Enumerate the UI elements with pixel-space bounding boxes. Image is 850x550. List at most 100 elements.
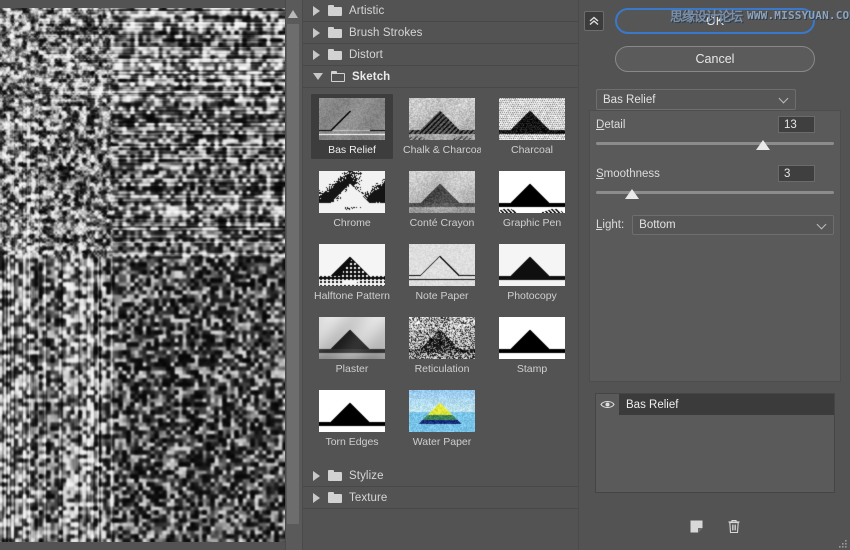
trash-icon[interactable] (725, 517, 743, 535)
filter-thumb-chalk-charcoal[interactable]: Chalk & Charcoal (401, 94, 483, 159)
filter-thumb-image (319, 390, 385, 432)
category-label: Artistic (349, 5, 384, 17)
filter-thumb-label: Halftone Pattern (313, 290, 391, 302)
detail-row: Detail 13 (589, 116, 841, 136)
filter-thumb-chrome[interactable]: Chrome (311, 167, 393, 232)
smoothness-slider-thumb[interactable] (625, 189, 639, 199)
light-dropdown[interactable]: Bottom (632, 215, 834, 235)
chevron-right-icon (313, 471, 320, 481)
filter-thumb-image (409, 98, 475, 140)
folder-icon (328, 5, 342, 16)
filter-thumb-image (499, 244, 565, 286)
double-chevron-up-icon[interactable] (584, 11, 604, 31)
smoothness-row: Smoothness 3 (589, 165, 841, 185)
smoothness-value-field[interactable]: 3 (778, 165, 815, 182)
folder-icon (328, 470, 342, 481)
filter-thumb-graphic-pen[interactable]: Graphic Pen (491, 167, 573, 232)
detail-slider-thumb[interactable] (756, 140, 770, 150)
effect-layer-row[interactable]: Bas Relief (596, 394, 834, 415)
filter-thumb-image (319, 171, 385, 213)
filter-thumb-image (319, 317, 385, 359)
filter-thumb-image (409, 317, 475, 359)
filter-thumbnail-grid: Bas Relief Chalk & Charcoal Charcoal Chrome… (303, 88, 579, 465)
filter-thumb-bas-relief[interactable]: Bas Relief (311, 94, 393, 159)
filter-thumb-label: Charcoal (493, 144, 571, 156)
filter-thumb-image (499, 98, 565, 140)
filter-thumb-label: Note Paper (403, 290, 481, 302)
filter-thumb-label: Conté Crayon (403, 217, 481, 229)
category-row-brush-strokes[interactable]: Brush Strokes (303, 22, 579, 44)
chevron-down-icon (780, 95, 789, 104)
preview-area[interactable] (0, 0, 285, 550)
settings-panel: OK Cancel Bas Relief Detail 13 Smoothnes… (578, 0, 850, 550)
category-row-distort[interactable]: Distort (303, 44, 579, 66)
filter-thumb-image (409, 244, 475, 286)
category-label: Distort (349, 49, 383, 61)
category-label: Brush Strokes (349, 27, 423, 39)
chevron-right-icon (313, 28, 320, 38)
smoothness-slider[interactable] (596, 187, 834, 201)
detail-value-field[interactable]: 13 (778, 116, 815, 133)
cancel-button[interactable]: Cancel (615, 46, 815, 72)
filter-thumb-label: Chrome (313, 217, 391, 229)
filter-thumb-label: Water Paper (403, 436, 481, 448)
effect-layer-toolbar (595, 515, 835, 537)
light-row: Light: Bottom (596, 214, 834, 236)
filter-thumb-image (409, 390, 475, 432)
filter-thumb-halftone-pattern[interactable]: Halftone Pattern (311, 240, 393, 305)
category-label: Stylize (349, 470, 384, 482)
filter-thumb-plaster[interactable]: Plaster (311, 313, 393, 378)
category-label: Sketch (352, 71, 390, 83)
filter-thumb-label: Graphic Pen (493, 217, 571, 229)
light-value: Bottom (639, 219, 818, 231)
filter-name-dropdown[interactable]: Bas Relief (596, 89, 796, 110)
category-row-texture[interactable]: Texture (303, 487, 579, 509)
filter-thumb-image (409, 171, 475, 213)
resize-grip[interactable] (837, 536, 848, 547)
category-row-artistic[interactable]: Artistic (303, 0, 579, 22)
preview-scrollbar-thumb[interactable] (287, 24, 299, 524)
chevron-right-icon (313, 493, 320, 503)
filter-preview-image[interactable] (0, 8, 285, 542)
triangle-up-icon[interactable] (285, 6, 301, 22)
filter-thumb-cont-crayon[interactable]: Conté Crayon (401, 167, 483, 232)
effect-layers-panel[interactable]: Bas Relief (595, 393, 835, 493)
category-row-sketch[interactable]: Sketch (303, 66, 579, 88)
filter-thumb-label: Chalk & Charcoal (403, 144, 481, 156)
filter-thumb-charcoal[interactable]: Charcoal (491, 94, 573, 159)
filter-thumb-water-paper[interactable]: Water Paper (401, 386, 483, 451)
light-label: Light: (596, 219, 624, 231)
filter-thumb-label: Photocopy (493, 290, 571, 302)
category-label: Texture (349, 492, 387, 504)
filter-thumb-torn-edges[interactable]: Torn Edges (311, 386, 393, 451)
category-row-stylize[interactable]: Stylize (303, 465, 579, 487)
eye-icon[interactable] (596, 394, 619, 415)
filter-thumb-image (499, 171, 565, 213)
detail-slider[interactable] (596, 138, 834, 152)
detail-label: Detail (596, 119, 625, 131)
filter-thumb-reticulation[interactable]: Reticulation (401, 313, 483, 378)
filter-gallery-dialog: Artistic Brush Strokes Distort Sketch Ba… (0, 0, 850, 550)
filter-thumb-label: Stamp (493, 363, 571, 375)
filter-thumb-image (319, 244, 385, 286)
filter-thumb-label: Bas Relief (313, 144, 391, 156)
filter-thumb-stamp[interactable]: Stamp (491, 313, 573, 378)
detail-slider-track (596, 142, 834, 145)
filter-thumb-image (499, 317, 565, 359)
ok-button-label: OK (706, 14, 724, 28)
cancel-button-label: Cancel (696, 52, 735, 66)
filter-thumb-label: Reticulation (403, 363, 481, 375)
ok-button[interactable]: OK (615, 8, 815, 34)
filter-name-value: Bas Relief (603, 94, 780, 106)
filter-thumb-label: Torn Edges (313, 436, 391, 448)
filter-thumb-photocopy[interactable]: Photocopy (491, 240, 573, 305)
filter-thumb-note-paper[interactable]: Note Paper (401, 240, 483, 305)
folder-icon (328, 492, 342, 503)
chevron-right-icon (313, 50, 320, 60)
filter-category-list[interactable]: Artistic Brush Strokes Distort Sketch Ba… (302, 0, 579, 550)
filter-settings-group: Detail 13 Smoothness 3 Light: Bottom (589, 116, 841, 236)
chevron-down-icon (818, 221, 827, 230)
new-effect-layer-icon[interactable] (687, 517, 705, 535)
folder-icon (328, 27, 342, 38)
folder-open-icon (331, 71, 345, 82)
